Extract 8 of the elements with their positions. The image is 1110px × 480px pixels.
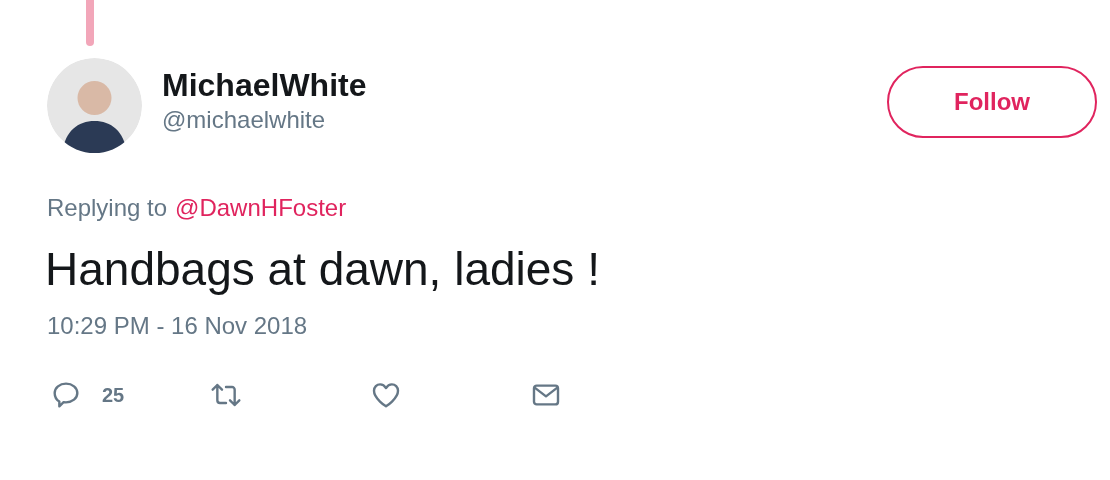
tweet-timestamp[interactable]: 10:29 PM - 16 Nov 2018 [0, 311, 1110, 341]
mention-link[interactable]: @DawnHFoster [175, 193, 347, 223]
reply-count: 25 [102, 383, 125, 408]
follow-button[interactable]: Follow [887, 66, 1097, 138]
replying-to-label: Replying to [47, 193, 168, 223]
author-handle[interactable]: @michaelwhite [162, 104, 367, 136]
tweet-text: Handbags at dawn, ladies ! [44, 242, 601, 297]
author-name[interactable]: MichaelWhite [162, 66, 367, 104]
